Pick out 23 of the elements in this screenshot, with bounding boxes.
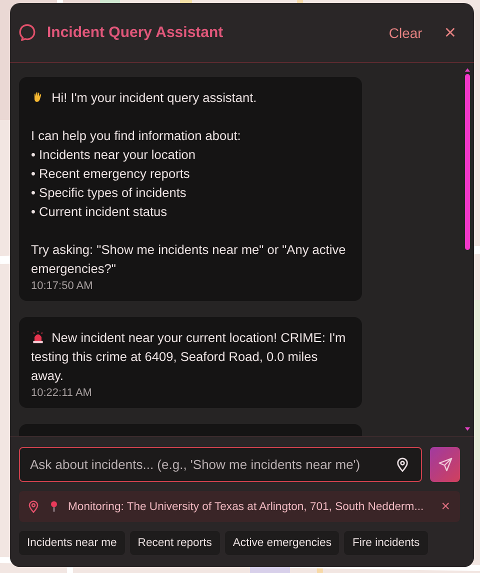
panel-title: Incident Query Assistant: [47, 24, 224, 41]
message-time: 10:22:11 AM: [31, 387, 93, 399]
pushpin-icon: [48, 500, 60, 513]
send-icon: [438, 457, 452, 472]
close-button[interactable]: ×: [444, 22, 456, 42]
query-input-field[interactable]: Ask about incidents... (e.g., 'Show me incidents near me'): [19, 447, 422, 482]
location-pin-icon: [27, 500, 40, 513]
speech-bubble-icon: [19, 23, 38, 42]
message-text: New incident near your current location! CRIME: I'm testing this crime at 6409, Seaford Road, 0.0 miles away.: [31, 329, 347, 385]
message-time: 10:17:50 AM: [31, 280, 94, 292]
suggestion-chip[interactable]: Active emergencies: [224, 531, 340, 555]
suggestion-chip[interactable]: Recent reports: [130, 531, 220, 555]
suggestion-chip[interactable]: Incidents near me: [19, 531, 125, 555]
monitoring-text: Monitoring: The University of Texas at Arlington, 701, South Nedderm...: [68, 500, 425, 512]
suggestion-chip[interactable]: Fire incidents: [344, 531, 428, 555]
send-button[interactable]: [430, 447, 460, 482]
scroll-down-arrow-icon[interactable]: [464, 426, 470, 432]
clear-button[interactable]: Clear: [388, 24, 422, 40]
close-button[interactable]: ×: [439, 499, 452, 514]
siren-icon: [31, 330, 45, 344]
location-pin-icon[interactable]: [395, 457, 410, 472]
scroll-up-arrow-icon[interactable]: [464, 67, 470, 73]
message-text: Hi! I'm your incident query assistant. I can help you find information about: • Incidents near your location • Recent emergency reports • Specific types of incidents • Current incident status Try asking: "Show me incidents near me" or "Any active emergencies?": [31, 89, 347, 278]
